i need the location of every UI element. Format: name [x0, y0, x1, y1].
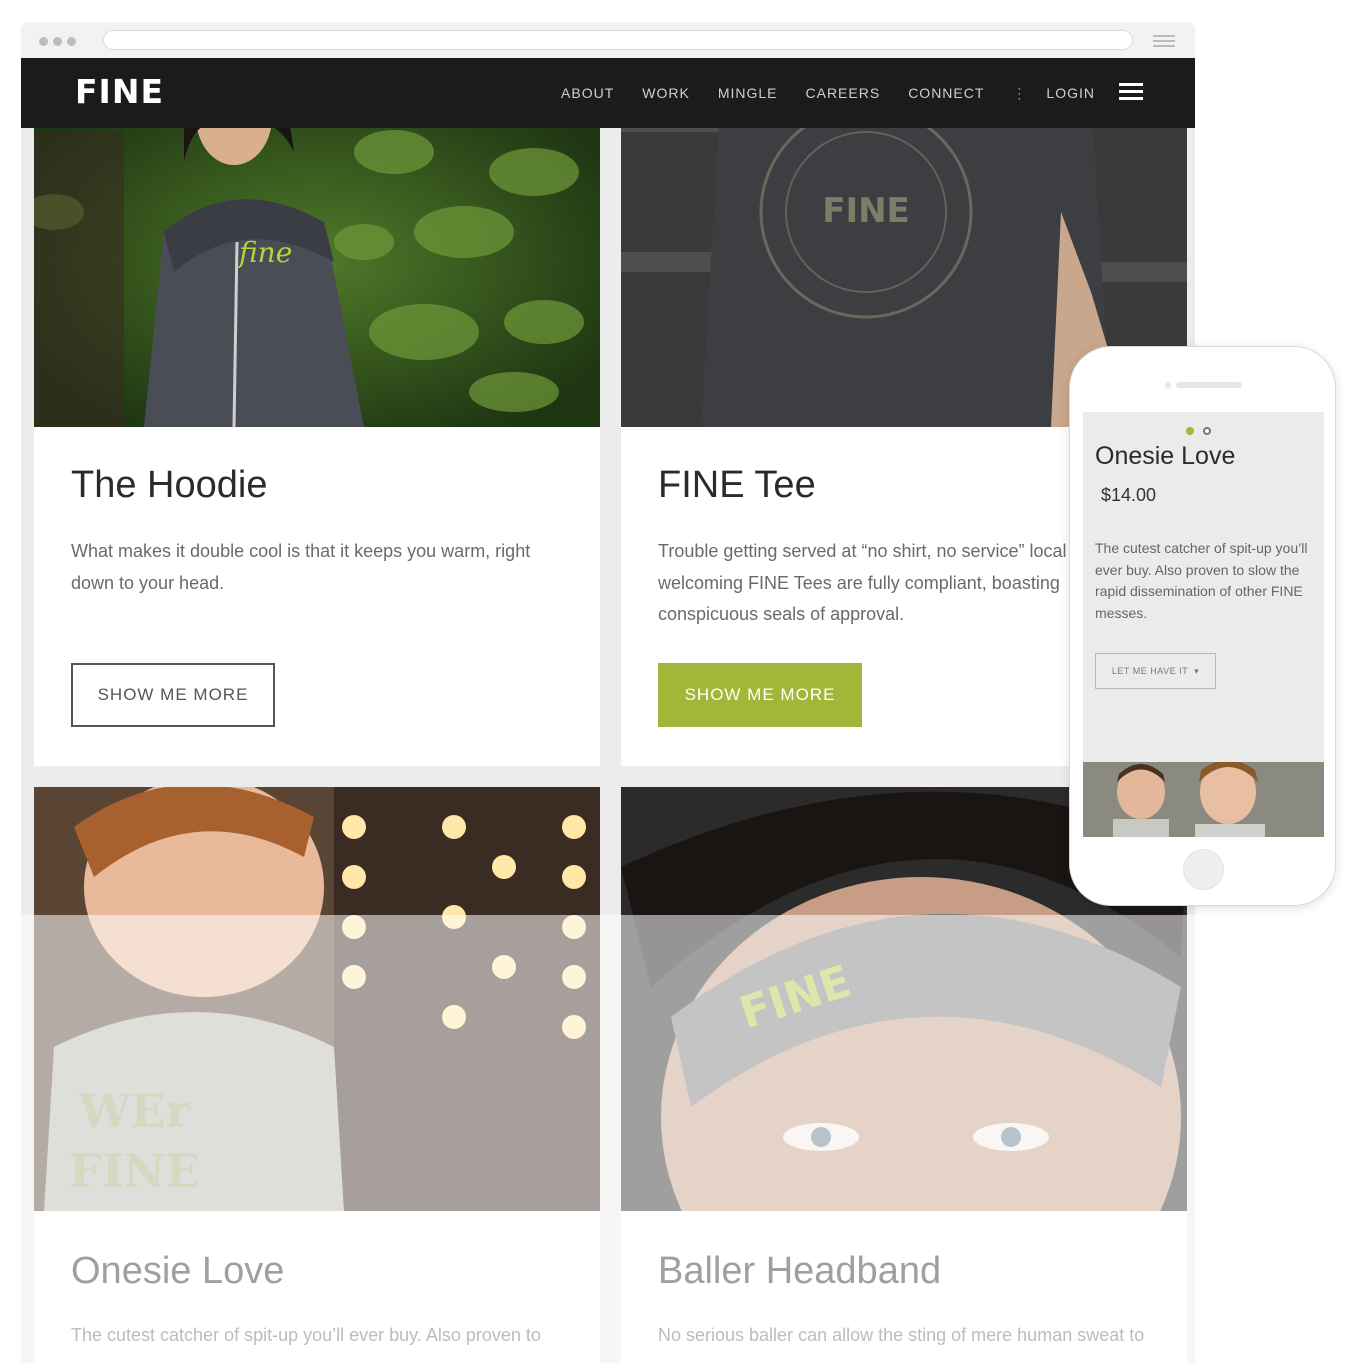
phone-speaker — [1176, 382, 1242, 388]
site-header: FINE ABOUT WORK MINGLE CAREERS CONNECT ⋮… — [21, 58, 1195, 128]
svg-text:FINE: FINE — [822, 191, 910, 231]
nav-careers[interactable]: CAREERS — [806, 85, 881, 101]
mobile-product-title: Onesie Love — [1095, 442, 1236, 470]
let-me-have-it-button[interactable]: LET ME HAVE IT ▾ — [1095, 653, 1216, 689]
caret-down-icon: ▾ — [1194, 665, 1200, 676]
hoodie-photo: fine — [34, 92, 600, 427]
nav-connect[interactable]: CONNECT — [908, 85, 984, 101]
nav-work[interactable]: WORK — [642, 85, 690, 101]
browser-menu-icon[interactable] — [1153, 35, 1175, 50]
onesie-photo: WEr FINE — [34, 787, 600, 1211]
phone-mockup: Onesie Love $14.00 The cutest catcher of… — [1069, 346, 1336, 906]
nav-separator: ⋮ — [1012, 84, 1027, 101]
nav-login[interactable]: LOGIN — [1046, 85, 1095, 101]
close-dot-icon[interactable] — [39, 37, 48, 46]
nav-mingle[interactable]: MINGLE — [718, 85, 778, 101]
phone-home-button[interactable] — [1183, 849, 1224, 890]
site-logo[interactable]: FINE — [75, 72, 164, 111]
card-description: What makes it double cool is that it kee… — [71, 541, 531, 593]
browser-chrome — [21, 22, 1195, 58]
browser-window: FINE ABOUT WORK MINGLE CAREERS CONNECT ⋮… — [21, 22, 1195, 1363]
mobile-product-photo — [1083, 760, 1324, 837]
show-me-more-button[interactable]: SHOW ME MORE — [658, 663, 862, 727]
svg-text:fine: fine — [237, 236, 292, 269]
address-bar[interactable] — [103, 30, 1133, 50]
mobile-product-description: The cutest catcher of spit-up you’ll eve… — [1095, 540, 1308, 622]
card-title: Baller Headband — [658, 1250, 942, 1292]
carousel-dot-active[interactable] — [1186, 427, 1194, 435]
svg-text:FINE: FINE — [69, 1144, 200, 1198]
card-title: FINE Tee — [658, 464, 816, 506]
product-card-onesie: WEr FINE Onesie Love The cutest catcher … — [34, 787, 600, 1363]
svg-text:WEr: WEr — [78, 1084, 191, 1138]
carousel-dots — [1186, 427, 1211, 435]
card-description: Trouble getting served at “no shirt, no … — [658, 541, 1067, 624]
card-title: Onesie Love — [71, 1250, 285, 1292]
product-card-hoodie: fine The Hoodie What makes it double coo… — [34, 92, 600, 766]
mobile-product-price: $14.00 — [1101, 485, 1157, 505]
nav-about[interactable]: ABOUT — [561, 85, 614, 101]
carousel-dot[interactable] — [1203, 427, 1211, 435]
card-title: The Hoodie — [71, 464, 268, 506]
maximize-dot-icon[interactable] — [67, 37, 76, 46]
phone-camera-icon — [1165, 382, 1171, 388]
card-description: The cutest catcher of spit-up you’ll eve… — [71, 1325, 541, 1345]
phone-screen: Onesie Love $14.00 The cutest catcher of… — [1083, 412, 1324, 837]
let-me-have-it-label: LET ME HAVE IT — [1111, 666, 1189, 676]
window-controls — [39, 37, 76, 46]
card-description: No serious baller can allow the sting of… — [658, 1325, 1145, 1345]
hamburger-menu-icon[interactable] — [1119, 82, 1143, 104]
show-me-more-button[interactable]: SHOW ME MORE — [71, 663, 275, 727]
minimize-dot-icon[interactable] — [53, 37, 62, 46]
primary-nav: ABOUT WORK MINGLE CAREERS CONNECT ⋮ LOGI… — [561, 58, 1195, 128]
